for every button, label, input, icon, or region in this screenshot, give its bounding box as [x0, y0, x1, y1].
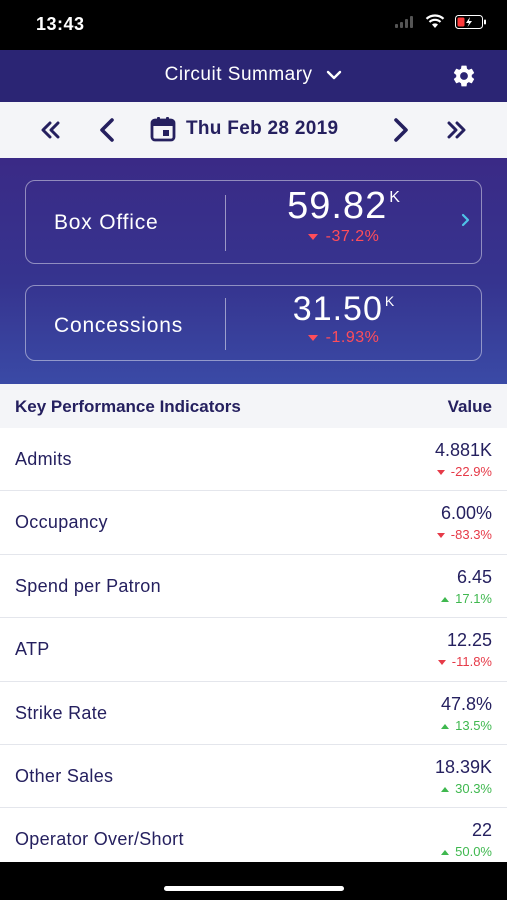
trend-down-icon: [307, 334, 318, 341]
summary-panel: Box Office 59.82 K -37.2% Concessions 31.…: [0, 158, 507, 384]
kpi-row-occupancy[interactable]: Occupancy 6.00% -83.3%: [0, 491, 507, 555]
trend-up-icon: [441, 723, 450, 729]
double-chevron-right-icon[interactable]: [443, 116, 471, 144]
card-unit: K: [384, 293, 395, 309]
card-value-group: 31.50 K -1.93%: [226, 290, 461, 347]
kpi-table-header: Key Performance Indicators Value: [0, 384, 507, 428]
card-value: 31.50: [292, 290, 383, 328]
kpi-header-label: Key Performance Indicators: [15, 397, 241, 416]
chevron-right-icon[interactable]: [461, 213, 471, 227]
kpi-change-text: 50.0%: [455, 844, 492, 860]
kpi-change-text: -22.9%: [450, 464, 492, 479]
kpi-name: Other Sales: [15, 765, 114, 786]
kpi-change-text: 13.5%: [455, 717, 492, 733]
card-change-text: -1.93%: [325, 329, 380, 346]
kpi-change: 30.3%: [441, 781, 492, 796]
kpi-value: 47.8%: [440, 693, 492, 714]
wifi-icon: [425, 14, 445, 28]
kpi-row-atp[interactable]: ATP 12.25 -11.8%: [0, 618, 507, 682]
trend-down-icon: [437, 660, 446, 666]
kpi-value: 12.25: [446, 630, 492, 651]
header-title: Circuit Summary: [164, 64, 313, 85]
trend-up-icon: [441, 787, 450, 793]
kpi-row-admits[interactable]: Admits 4.881K -22.9%: [0, 428, 507, 492]
kpi-row-other-sales[interactable]: Other Sales 18.39K 30.3%: [0, 745, 507, 809]
kpi-name: Operator Over/Short: [15, 829, 184, 850]
kpi-table: Key Performance Indicators Value Admits …: [0, 384, 507, 862]
trend-up-icon: [441, 596, 450, 602]
card-value-group: 59.82 K -37.2%: [226, 185, 461, 246]
kpi-change-text: -83.3%: [450, 527, 492, 543]
chevron-right-icon[interactable]: [386, 116, 414, 144]
kpi-change: -11.8%: [437, 654, 492, 670]
kpi-row-strike-rate[interactable]: Strike Rate 47.8% 13.5%: [0, 682, 507, 745]
card-unit: K: [389, 189, 400, 206]
kpi-row-operator-over-short[interactable]: Operator Over/Short 22 50.0%: [0, 808, 507, 862]
double-chevron-left-icon[interactable]: [36, 116, 64, 144]
card-value: 59.82: [287, 185, 388, 227]
kpi-name: Spend per Patron: [15, 575, 161, 596]
concessions-card[interactable]: Concessions 31.50 K -1.93%: [25, 285, 482, 361]
signal-icon: [395, 15, 413, 28]
selected-date: Thu Feb 28 2019: [186, 118, 339, 139]
chevron-down-icon: [327, 70, 342, 80]
kpi-change: 17.1%: [441, 591, 492, 606]
kpi-name: Occupancy: [15, 512, 108, 533]
status-time: 13:43: [36, 14, 85, 34]
kpi-value: 22: [471, 820, 492, 841]
card-change-text: -37.2%: [325, 228, 380, 245]
status-icons: [395, 14, 487, 29]
kpi-row-spend-per-patron[interactable]: Spend per Patron 6.45 17.1%: [0, 555, 507, 619]
chevron-left-icon[interactable]: [94, 116, 122, 144]
kpi-value: 18.39K: [434, 756, 492, 777]
card-change: -1.93%: [226, 329, 461, 347]
trend-down-icon: [307, 233, 318, 240]
calendar-icon: [150, 117, 176, 142]
box-office-card[interactable]: Box Office 59.82 K -37.2%: [25, 180, 482, 264]
gear-icon[interactable]: [451, 63, 477, 89]
kpi-change-text: 17.1%: [455, 590, 492, 606]
kpi-change: -22.9%: [436, 464, 492, 479]
trend-up-icon: [441, 850, 450, 856]
trend-down-icon: [436, 533, 445, 539]
card-label: Box Office: [54, 211, 159, 234]
date-picker[interactable]: Thu Feb 28 2019: [150, 116, 338, 142]
app-header: Circuit Summary: [0, 50, 507, 102]
card-label: Concessions: [54, 314, 184, 337]
date-navigation: Thu Feb 28 2019: [0, 102, 507, 158]
card-change: -37.2%: [226, 228, 461, 246]
home-indicator[interactable]: [164, 886, 344, 891]
home-bar-area: [0, 862, 507, 900]
kpi-change-text: 30.3%: [455, 780, 492, 796]
circuit-selector[interactable]: Circuit Summary: [0, 64, 507, 86]
kpi-value: 6.00%: [440, 503, 492, 524]
kpi-name: Admits: [15, 449, 72, 469]
kpi-value: 6.45: [456, 566, 492, 587]
battery-charging-icon: [455, 14, 486, 29]
kpi-change: -83.3%: [436, 527, 492, 543]
kpi-change: 13.5%: [441, 718, 492, 733]
kpi-name: Strike Rate: [15, 702, 108, 723]
kpi-change-text: -11.8%: [451, 654, 492, 670]
kpi-header-value: Value: [447, 397, 492, 416]
status-bar: 13:43: [0, 0, 507, 50]
kpi-change: 50.0%: [441, 844, 492, 859]
kpi-value: 4.881K: [434, 440, 492, 460]
kpi-name: ATP: [15, 639, 50, 660]
trend-down-icon: [436, 470, 445, 476]
